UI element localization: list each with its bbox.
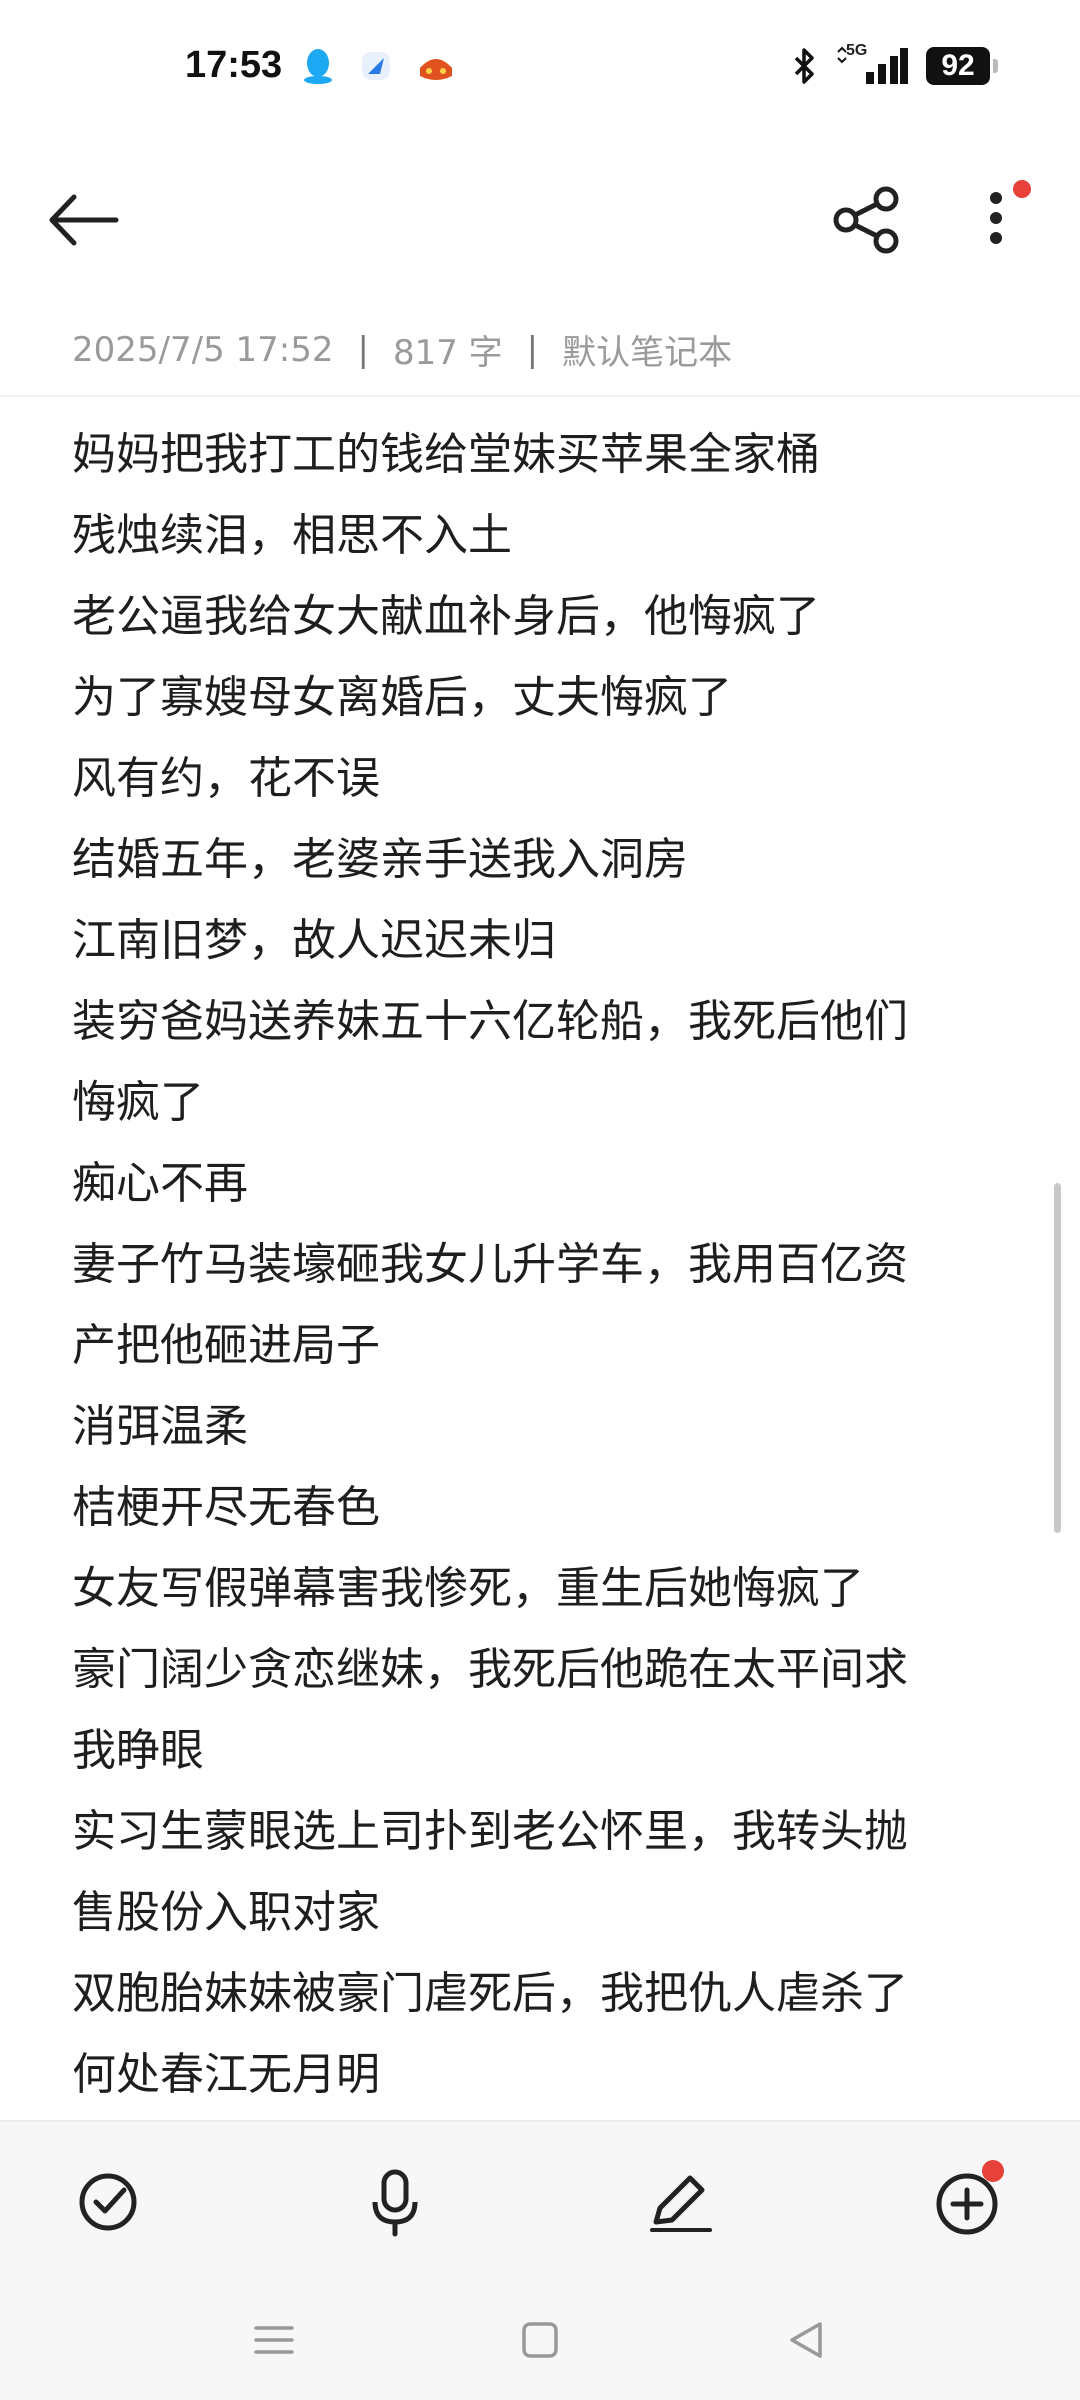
note-body[interactable]: 妈妈把我打工的钱给堂妹买苹果全家桶 残烛续泪，相思不入土 老公逼我给女大献血补身… — [72, 414, 1002, 2115]
note-line: 痴心不再 — [72, 1158, 248, 1209]
note-line: 女友写假弹幕害我惨死，重生后她悔疯了 — [72, 1563, 864, 1614]
note-line: 老公逼我给女大献血补身后，他悔疯了 — [72, 591, 820, 642]
note-line: 装穷爸妈送养妹五十六亿轮船，我死后他们 — [72, 996, 908, 1047]
top-nav — [0, 160, 1080, 280]
note-line: 妈妈把我打工的钱给堂妹买苹果全家桶 — [72, 429, 820, 480]
microphone-icon — [372, 2169, 418, 2237]
recents-button[interactable] — [244, 2310, 304, 2370]
bottom-toolbar — [0, 2120, 1080, 2282]
menu-icon — [254, 2326, 294, 2354]
voice-input-button[interactable] — [355, 2162, 435, 2242]
share-button[interactable] — [830, 185, 910, 255]
scrollbar[interactable] — [1054, 1183, 1061, 1533]
note-line: 为了寡嫂母女离婚后，丈夫悔疯了 — [72, 672, 732, 723]
note-line: 妻子竹马装壕砸我女儿升学车，我用百亿资 — [72, 1239, 908, 1290]
system-nav-bar — [0, 2280, 1080, 2400]
meta-separator: | — [357, 329, 369, 370]
note-datetime: 2025/7/5 17:52 — [72, 329, 334, 370]
square-icon — [522, 2322, 558, 2358]
battery-indicator: 92 — [926, 47, 998, 85]
note-line: 何处春江无月明 — [72, 2049, 380, 2100]
divider — [0, 395, 1080, 397]
note-line: 悔疯了 — [72, 1077, 204, 1128]
notebook-name[interactable]: 默认笔记本 — [562, 325, 732, 374]
note-line: 我睁眼 — [72, 1725, 204, 1776]
checklist-button[interactable] — [68, 2162, 148, 2242]
note-line: 江南旧梦，故人迟迟未归 — [72, 915, 556, 966]
note-line: 豪门阔少贪恋继妹，我死后他跪在太平间求 — [72, 1644, 908, 1695]
note-line: 售股份入职对家 — [72, 1887, 380, 1938]
note-line: 产把他砸进局子 — [72, 1320, 380, 1371]
word-count: 817 字 — [392, 333, 503, 373]
status-time: 17:53 — [185, 44, 283, 86]
note-line: 双胞胎妹妹被豪门虐死后，我把仇人虐杀了 — [72, 1968, 908, 2019]
notification-dot — [982, 2160, 1004, 2182]
back-button[interactable] — [40, 185, 130, 255]
handwriting-button[interactable] — [640, 2162, 720, 2242]
status-bar: 17:53 5G 92 — [0, 0, 1080, 140]
note-line: 消弭温柔 — [72, 1401, 248, 1452]
note-line: 结婚五年，老婆亲手送我入洞房 — [72, 834, 688, 885]
qq-icon — [300, 46, 336, 86]
more-button[interactable] — [960, 178, 1031, 258]
home-button[interactable] — [510, 2310, 570, 2370]
back-arrow-icon — [49, 194, 119, 246]
note-line: 实习生蒙眼选上司扑到老公怀里，我转头抛 — [72, 1806, 908, 1857]
game-icon — [416, 46, 452, 86]
notification-dot — [1013, 180, 1031, 198]
note-line: 残烛续泪，相思不入土 — [72, 510, 512, 561]
note-line: 桔梗开尽无春色 — [72, 1482, 380, 1533]
meta-separator: | — [526, 329, 539, 370]
pen-icon — [650, 2175, 712, 2232]
triangle-back-icon — [790, 2322, 822, 2358]
share-icon — [833, 186, 899, 254]
checklist-icon — [79, 2173, 137, 2231]
status-indicators: 5G 92 — [790, 42, 998, 86]
system-back-button[interactable] — [776, 2310, 836, 2370]
bluetooth-icon — [794, 48, 814, 84]
note-meta: 2025/7/5 17:52 | 817 字 | 默认笔记本 — [72, 325, 732, 374]
notification-icons — [300, 46, 452, 86]
app-icon — [358, 46, 394, 86]
note-line: 风有约，花不误 — [72, 753, 380, 804]
signal-5g-icon: 5G — [836, 42, 908, 86]
add-button[interactable] — [927, 2160, 1007, 2242]
